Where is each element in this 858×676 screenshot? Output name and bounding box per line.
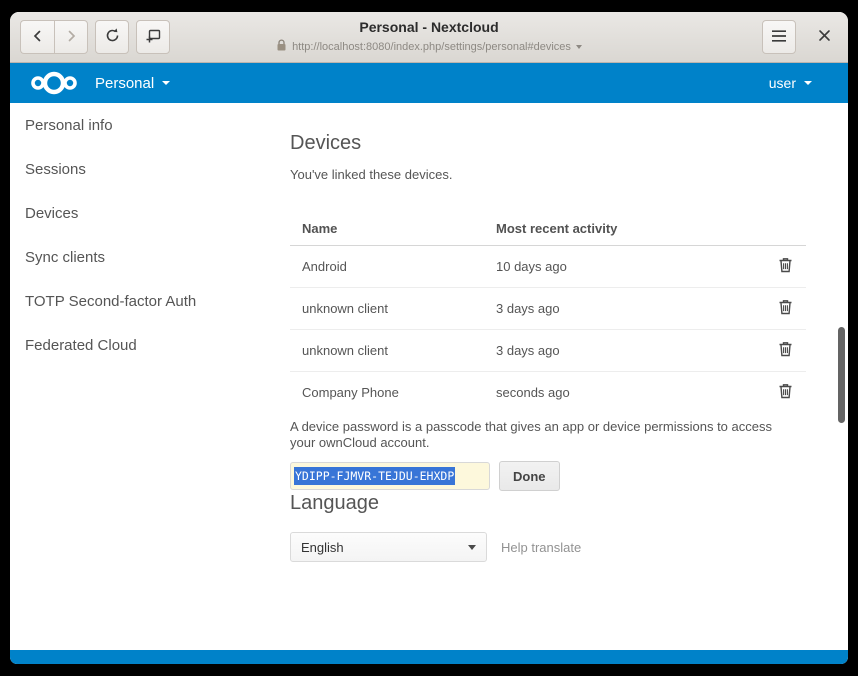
address-bar[interactable]: http://localhost:8080/index.php/settings… [276,39,582,55]
language-select[interactable]: English [290,532,487,562]
column-header-activity: Most recent activity [496,221,764,236]
device-password-value: YDIPP-FJMVR-TEJDU-EHXDP [294,467,455,485]
sidebar-item-personal-info[interactable]: Personal info [10,104,270,148]
sidebar-item-devices[interactable]: Devices [10,192,270,236]
devices-heading: Devices [290,131,848,155]
device-name: unknown client [290,301,496,316]
table-row: unknown client 3 days ago [290,330,806,372]
column-header-name: Name [290,221,496,236]
forward-button[interactable] [54,20,88,54]
device-password-row: YDIPP-FJMVR-TEJDU-EHXDP Done [290,461,848,491]
user-menu-label: user [769,75,796,91]
trash-icon [778,257,793,276]
device-name: Company Phone [290,385,496,400]
bottom-accent-bar [10,650,848,664]
table-row: unknown client 3 days ago [290,288,806,330]
insecure-lock-icon [276,39,287,55]
reload-icon [104,27,121,47]
hamburger-icon [771,29,787,46]
device-activity: seconds ago [496,385,764,400]
vertical-scrollbar[interactable] [838,327,845,423]
sidebar-item-sync-clients[interactable]: Sync clients [10,236,270,280]
menu-button[interactable] [762,20,796,54]
chevron-down-icon [804,81,812,85]
chevron-down-icon [162,81,170,85]
language-heading: Language [290,491,848,515]
device-password-note: A device password is a passcode that giv… [290,419,790,451]
devices-table: Name Most recent activity Android 10 day… [290,211,806,413]
back-icon [30,28,46,47]
device-activity: 3 days ago [496,301,764,316]
app-menu-label: Personal [95,75,154,92]
delete-device-button[interactable] [775,338,796,363]
window-title: Personal - Nextcloud [150,18,708,36]
devices-subtitle: You've linked these devices. [290,167,848,183]
done-button[interactable]: Done [499,461,560,491]
delete-device-button[interactable] [775,254,796,279]
table-row: Company Phone seconds ago [290,372,806,413]
browser-window: Personal - Nextcloud http://localhost:80… [10,12,848,664]
browser-titlebar: Personal - Nextcloud http://localhost:80… [10,12,848,63]
language-row: English Help translate [290,532,848,562]
toolbar-right [762,20,836,54]
sidebar-item-federated-cloud[interactable]: Federated Cloud [10,324,270,368]
close-icon [818,29,831,45]
reload-button[interactable] [95,20,129,54]
sidebar-item-sessions[interactable]: Sessions [10,148,270,192]
device-password-input[interactable]: YDIPP-FJMVR-TEJDU-EHXDP [290,462,490,490]
select-arrow-icon [468,545,476,550]
nextcloud-header: Personal user [10,63,848,103]
titlebar-center: Personal - Nextcloud http://localhost:80… [150,18,708,57]
trash-icon [778,299,793,318]
settings-main: Devices You've linked these devices. Nam… [270,103,848,650]
trash-icon [778,383,793,402]
close-window-button[interactable] [812,25,836,49]
language-selected-value: English [301,540,344,555]
app-menu[interactable]: Personal [95,75,170,92]
device-activity: 10 days ago [496,259,764,274]
help-translate-link[interactable]: Help translate [501,540,581,555]
user-menu[interactable]: user [769,75,812,91]
device-name: unknown client [290,343,496,358]
delete-device-button[interactable] [775,296,796,321]
nextcloud-logo-icon [28,70,80,96]
table-header-row: Name Most recent activity [290,211,806,246]
device-name: Android [290,259,496,274]
sidebar-item-totp[interactable]: TOTP Second-factor Auth [10,280,270,324]
table-row: Android 10 days ago [290,246,806,288]
url-dropdown-icon [576,45,582,49]
back-button[interactable] [20,20,54,54]
delete-device-button[interactable] [775,380,796,405]
trash-icon [778,341,793,360]
page-content: Personal info Sessions Devices Sync clie… [10,103,848,650]
url-text: http://localhost:8080/index.php/settings… [292,41,571,53]
toolbar-left [20,20,170,54]
settings-sidebar: Personal info Sessions Devices Sync clie… [10,103,270,650]
history-buttons [20,20,88,54]
device-activity: 3 days ago [496,343,764,358]
forward-icon [63,28,79,47]
